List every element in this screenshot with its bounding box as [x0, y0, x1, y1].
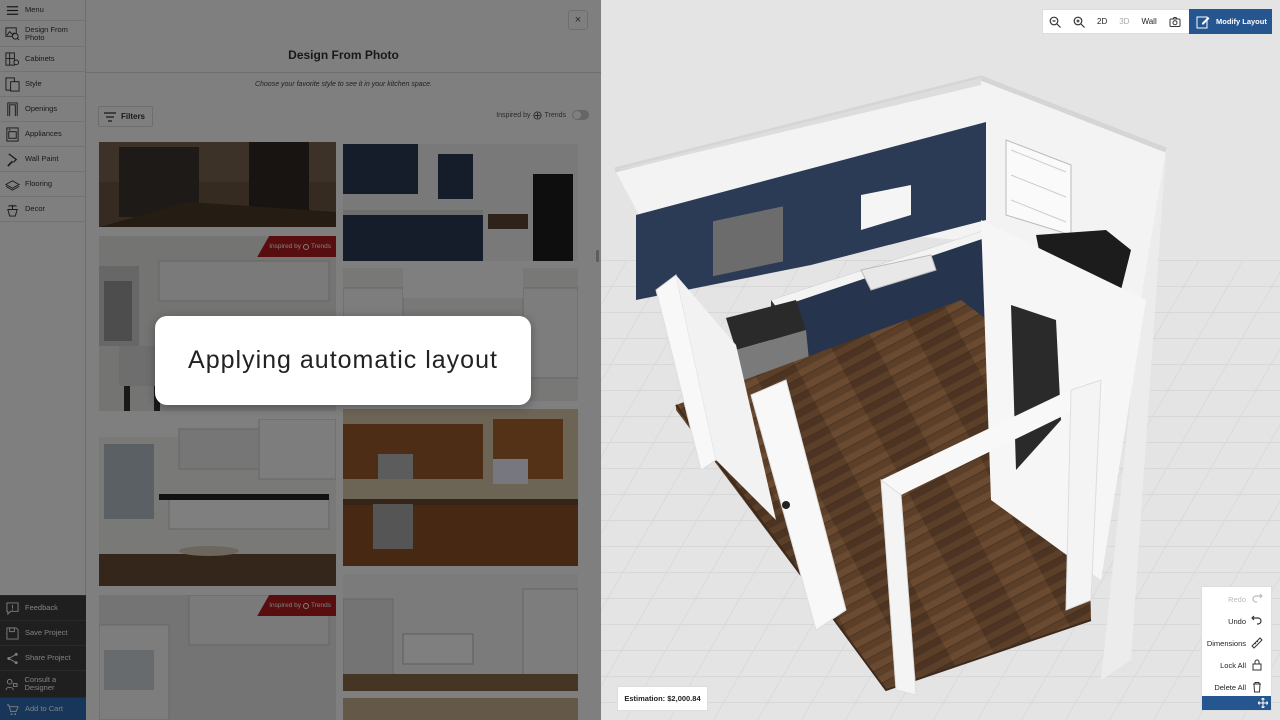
modify-layout-label: Modify Layout: [1216, 17, 1267, 26]
ruler-icon: [1251, 637, 1263, 649]
3d-room-scene[interactable]: [601, 0, 1280, 720]
edit-layout-icon: [1196, 16, 1210, 28]
move-icon: [1258, 698, 1268, 708]
delete-all-button[interactable]: Delete All: [1202, 676, 1271, 698]
zoom-in-icon: [1049, 16, 1061, 28]
modify-layout-button[interactable]: Modify Layout: [1189, 9, 1272, 34]
move-handle[interactable]: [1202, 696, 1271, 710]
lock-icon: [1252, 659, 1262, 671]
undo-label: Undo: [1228, 616, 1246, 626]
camera-button[interactable]: [1163, 10, 1187, 33]
delete-all-label: Delete All: [1214, 682, 1246, 692]
estimation-badge: Estimation: $2,000.84: [617, 686, 708, 711]
redo-icon: [1252, 593, 1263, 603]
camera-icon: [1169, 16, 1181, 27]
view-3d-button[interactable]: 3D: [1113, 10, 1135, 33]
edit-actions-panel: Redo Undo Dimensions Lock All Delete All: [1201, 586, 1272, 711]
zoom-out-button[interactable]: [1067, 10, 1091, 33]
zoom-out-icon: [1073, 16, 1085, 28]
redo-button[interactable]: Redo: [1202, 588, 1271, 610]
dimensions-label: Dimensions: [1206, 638, 1246, 648]
view-wall-button[interactable]: Wall: [1135, 10, 1162, 33]
redo-label: Redo: [1228, 594, 1246, 604]
toast-message: Applying automatic layout: [188, 346, 498, 374]
view-2d-button[interactable]: 2D: [1091, 10, 1113, 33]
3d-viewport[interactable]: [601, 0, 1280, 720]
lock-all-label: Lock All: [1220, 660, 1246, 670]
status-toast: Applying automatic layout: [155, 316, 531, 405]
undo-icon: [1251, 615, 1262, 625]
delete-icon: [1253, 682, 1261, 693]
dimensions-button[interactable]: Dimensions: [1202, 632, 1271, 654]
estimation-label: Estimation: $2,000.84: [624, 694, 701, 703]
undo-button[interactable]: Undo: [1202, 610, 1271, 632]
zoom-in-button[interactable]: [1043, 10, 1067, 33]
lock-all-button[interactable]: Lock All: [1202, 654, 1271, 676]
